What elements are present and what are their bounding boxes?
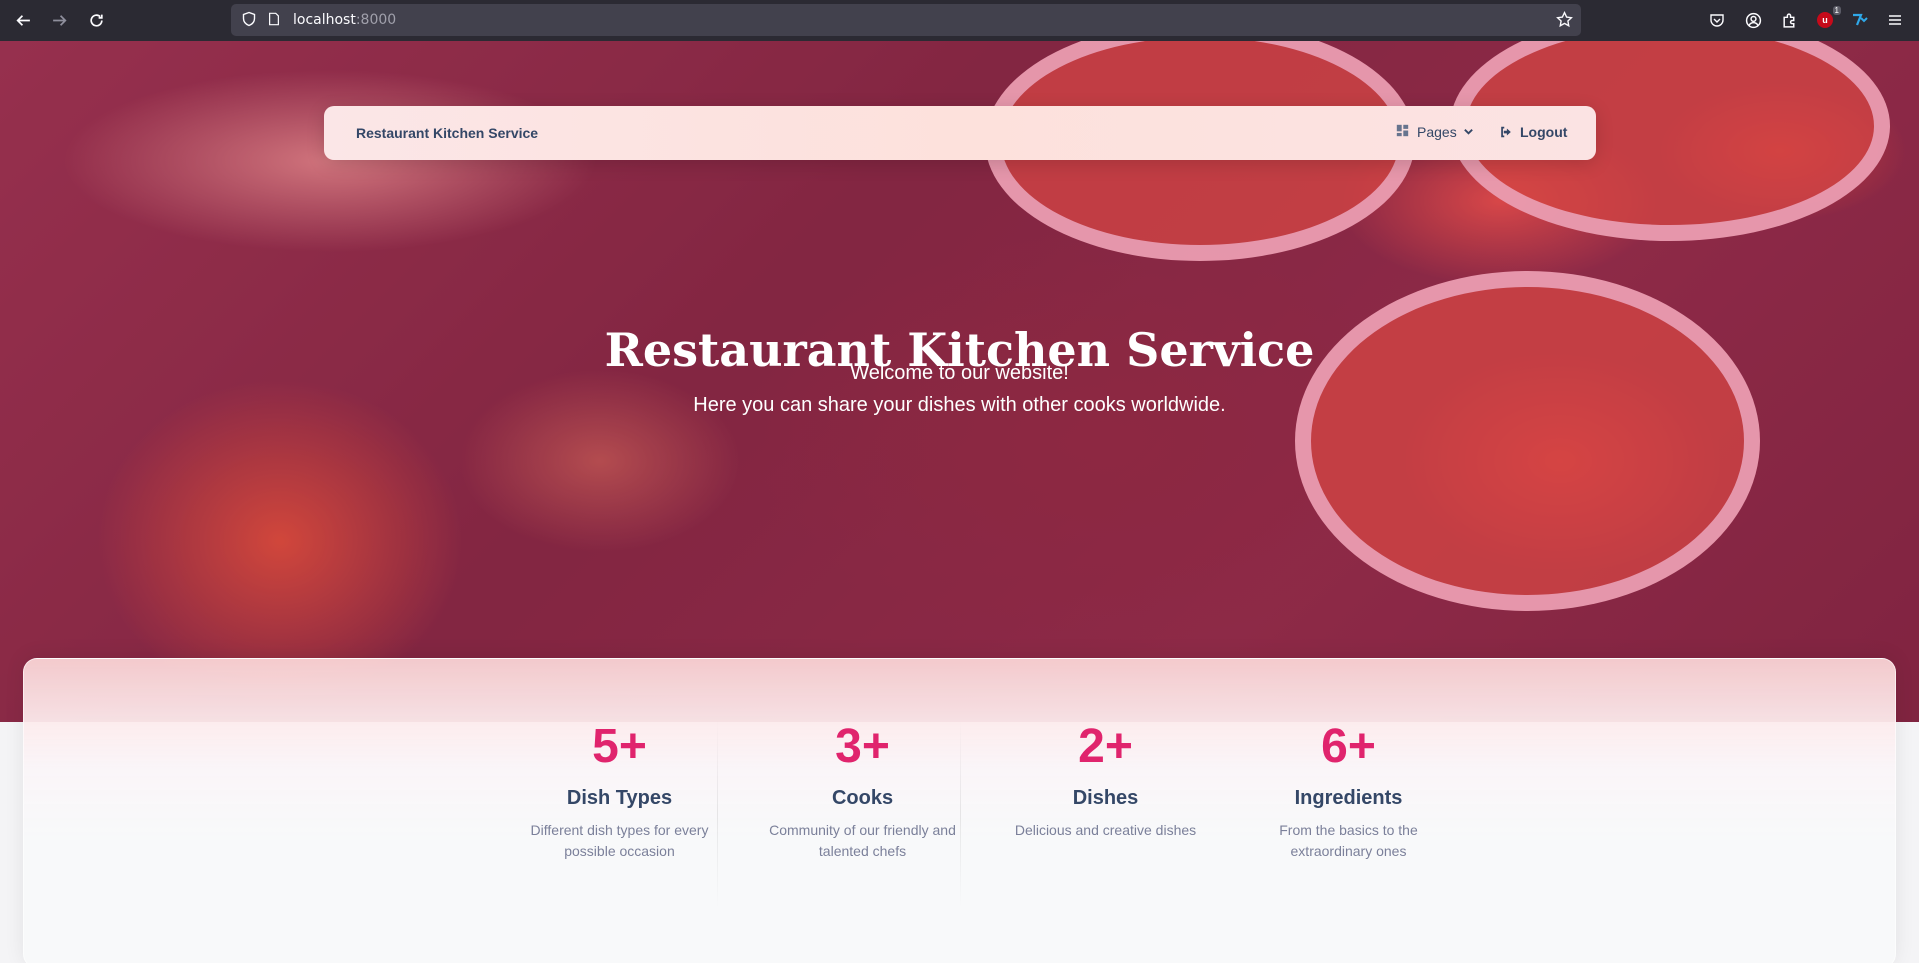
menu-icon[interactable]: [1885, 10, 1905, 30]
url-text: localhost:8000: [293, 12, 396, 28]
dashboard-grid-icon: [1396, 124, 1409, 140]
account-icon[interactable]: [1743, 10, 1763, 30]
url-host: localhost: [293, 12, 356, 28]
extension-badge-count: 1: [1832, 6, 1841, 15]
stat-cooks: 3+ Cooks Community of our friendly and t…: [741, 719, 984, 862]
stat-title: Cooks: [831, 787, 894, 809]
navbar: Restaurant Kitchen Service Pages Logout: [324, 106, 1596, 160]
ublock-extension-icon[interactable]: u 1: [1815, 6, 1841, 30]
page-icon[interactable]: [267, 12, 281, 31]
hero-section: Restaurant Kitchen Service Pages Logout …: [0, 41, 1919, 722]
stat-divider: [717, 719, 718, 909]
pages-dropdown[interactable]: Pages: [1396, 124, 1474, 140]
logout-label: Logout: [1520, 124, 1568, 140]
extensions-icon[interactable]: [1779, 10, 1799, 30]
reload-button[interactable]: [82, 6, 110, 34]
translate-extension-icon[interactable]: [1850, 10, 1870, 30]
url-port: :8000: [355, 12, 397, 28]
logout-link[interactable]: Logout: [1499, 124, 1567, 140]
stat-description: Community of our friendly and talented c…: [769, 822, 956, 859]
stat-number: 6+: [1321, 720, 1376, 773]
address-bar[interactable]: localhost:8000: [231, 4, 1581, 36]
stat-divider: [960, 719, 961, 909]
stat-title: Dishes: [1072, 787, 1139, 809]
stat-description: From the basics to the extraordinary one…: [1279, 822, 1418, 859]
hero-subtitle-line1: Welcome to our website!: [850, 362, 1069, 384]
pages-label: Pages: [1417, 124, 1457, 140]
stat-description: Different dish types for every possible …: [530, 822, 709, 859]
forward-button[interactable]: [45, 6, 73, 34]
back-button[interactable]: [9, 6, 37, 34]
logout-icon: [1501, 126, 1511, 138]
brand-link[interactable]: Restaurant Kitchen Service: [356, 125, 538, 141]
pocket-icon[interactable]: [1707, 10, 1727, 30]
stat-dish-types: 5+ Dish Types Different dish types for e…: [498, 719, 741, 862]
bookmark-star-icon[interactable]: [1556, 10, 1573, 33]
stats-card: 5+ Dish Types Different dish types for e…: [23, 658, 1896, 963]
stat-description: Delicious and creative dishes: [1014, 822, 1197, 838]
stat-number: 3+: [835, 720, 890, 773]
stat-ingredients: 6+ Ingredients From the basics to the ex…: [1227, 719, 1470, 862]
chevron-down-icon: [1463, 124, 1474, 140]
browser-toolbar: localhost:8000 u 1: [0, 0, 1919, 41]
stat-title: Dish Types: [566, 787, 673, 809]
stat-title: Ingredients: [1294, 787, 1403, 809]
hero-subtitle-line2: Here you can share your dishes with othe…: [693, 394, 1226, 416]
stat-number: 5+: [592, 720, 647, 773]
stat-number: 2+: [1078, 720, 1133, 773]
shield-icon[interactable]: [241, 11, 257, 32]
stat-dishes: 2+ Dishes Delicious and creative dishes: [984, 719, 1227, 841]
